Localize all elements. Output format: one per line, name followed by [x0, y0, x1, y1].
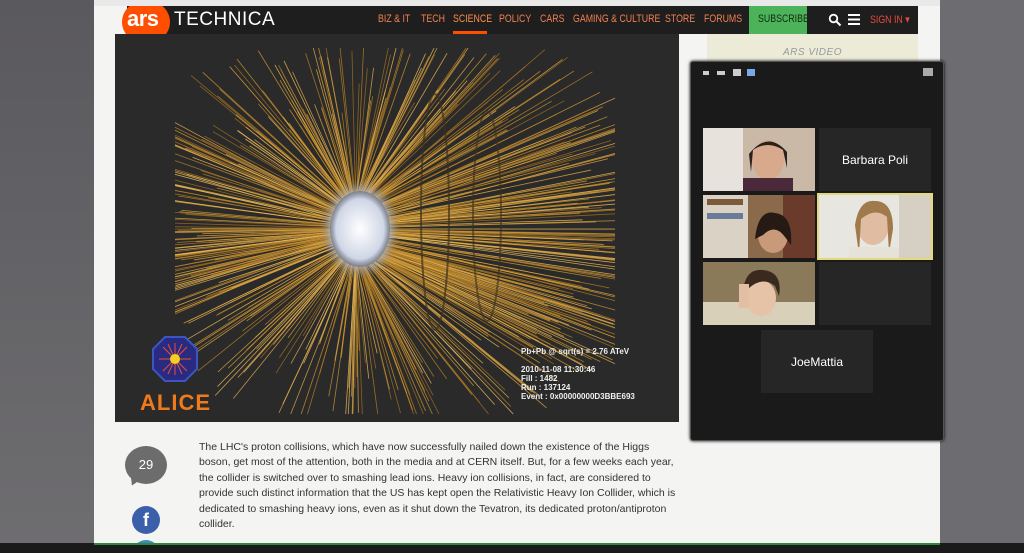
- minimize-icon[interactable]: [703, 71, 709, 75]
- participant-tile-7[interactable]: JoeMattia: [761, 330, 873, 393]
- participant-tile-2[interactable]: Barbara Poli: [819, 128, 931, 191]
- nav-policy[interactable]: POLICY: [499, 13, 531, 25]
- event-info-line2: 2010-11-08 11:30:46: [521, 365, 596, 374]
- particle-track: [370, 58, 498, 194]
- event-info-line1: Pb+Pb @ sqrt(s) = 2.76 ATeV: [521, 347, 630, 356]
- participant-video-4: [819, 195, 931, 258]
- small-view-icon[interactable]: [717, 71, 725, 75]
- participant-video-1: [703, 128, 815, 191]
- participant-tile-1[interactable]: [703, 128, 815, 191]
- collision-event-display: [152, 47, 616, 415]
- ars-video-label: ARS VIDEO: [783, 47, 842, 58]
- sign-in-link[interactable]: SIGN IN ▾: [870, 13, 910, 26]
- search-icon[interactable]: [828, 13, 842, 27]
- nav-gaming-culture[interactable]: GAMING & CULTURE: [573, 13, 660, 25]
- participant-name-7: JoeMattia: [790, 355, 844, 369]
- right-desktop-margin: [940, 0, 1024, 553]
- nav-cars[interactable]: CARS: [540, 13, 564, 25]
- video-call-window[interactable]: Barbara Poli JoeMattia: [690, 61, 944, 441]
- particle-track: [305, 53, 352, 194]
- nav-forums[interactable]: FORUMS: [704, 13, 742, 25]
- exit-fullscreen-icon[interactable]: [923, 68, 933, 76]
- participant-tile-4[interactable]: [817, 193, 933, 260]
- participant-video-5: [703, 262, 815, 325]
- left-desktop-margin: [0, 0, 94, 553]
- participant-video-3: [703, 195, 815, 258]
- nav-tech[interactable]: TECH: [421, 13, 445, 25]
- page-bottom-line: [94, 543, 940, 545]
- event-info-line3: Fill : 1482: [521, 374, 558, 383]
- logo-ars-text[interactable]: ars: [127, 6, 159, 32]
- ars-video-header: ARS VIDEO: [707, 34, 918, 64]
- nav-science[interactable]: SCIENCE: [453, 13, 492, 25]
- facebook-share-icon[interactable]: f: [132, 506, 160, 534]
- menu-icon[interactable]: [848, 14, 860, 25]
- alice-event-photo: Pb+Pb @ sqrt(s) = 2.76 ATeV 2010-11-08 1…: [115, 34, 679, 422]
- nav-biz-it[interactable]: BIZ & IT: [378, 13, 410, 25]
- comments-count: 29: [138, 457, 154, 472]
- event-info-line5: Event : 0x00000000D3BBE693: [521, 392, 635, 401]
- nav-store[interactable]: STORE: [665, 13, 695, 25]
- participant-name-2: Barbara Poli: [841, 153, 909, 167]
- taskbar-edge: [0, 543, 1024, 553]
- particle-track: [174, 134, 335, 211]
- alice-logo-text: ALICE: [140, 390, 211, 415]
- logo-technica-text[interactable]: TECHNICA: [174, 9, 275, 31]
- gallery-view-icon[interactable]: [747, 69, 755, 76]
- subscribe-label: SUBSCRIBE: [758, 13, 809, 25]
- particle-track: [283, 60, 349, 195]
- participant-tile-5[interactable]: [703, 262, 815, 325]
- subscribe-button[interactable]: SUBSCRIBE: [749, 6, 809, 34]
- event-info-line4: Run : 137124: [521, 383, 571, 392]
- top-navigation: ars TECHNICA BIZ & IT TECH SCIENCE POLIC…: [122, 6, 918, 44]
- article-paragraph: The LHC's proton collisions, which have …: [199, 441, 676, 531]
- participant-tile-6[interactable]: [819, 262, 931, 325]
- speaker-view-icon[interactable]: [733, 69, 741, 76]
- participant-tile-3[interactable]: [703, 195, 815, 258]
- particle-track: [363, 47, 435, 192]
